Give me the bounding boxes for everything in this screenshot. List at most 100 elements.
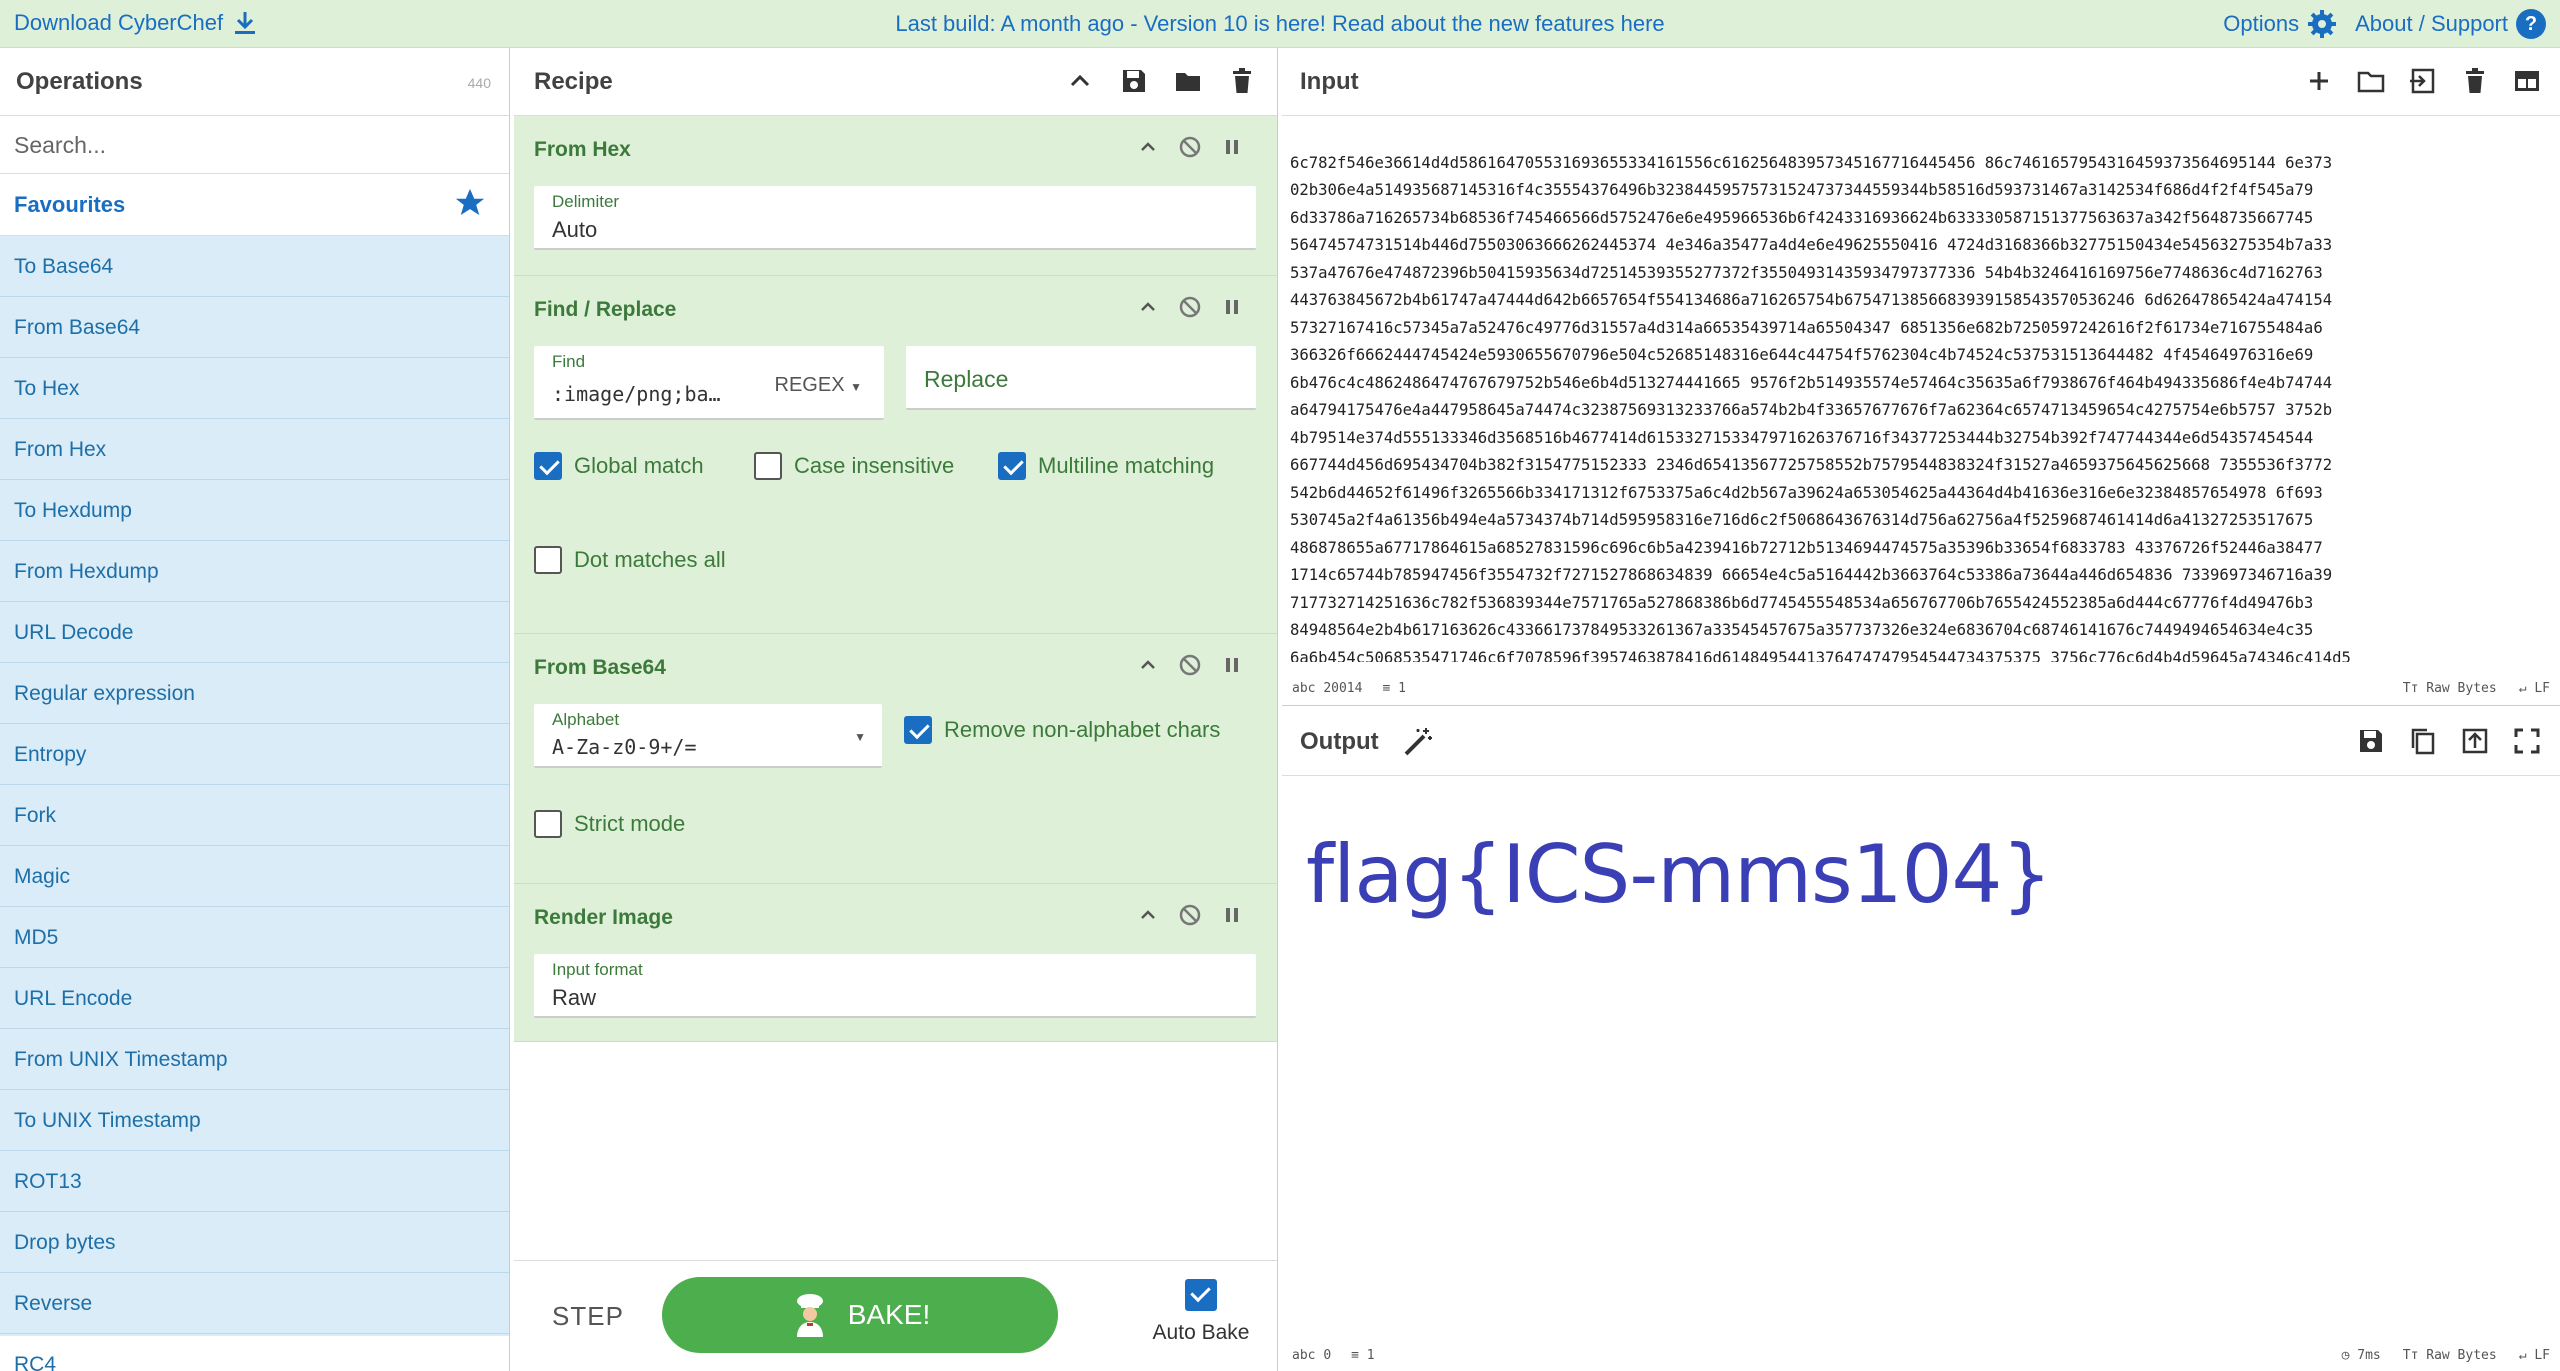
alphabet-select[interactable]: Alphabet A-Za-z0-9+/= ▼ [534, 704, 882, 768]
input-line: 6a6b454c5068535471746c6f7078596f39574638… [1290, 648, 2351, 663]
operation-item[interactable]: From UNIX Timestamp [0, 1029, 509, 1090]
chevron-up-icon[interactable] [1065, 66, 1095, 96]
operation-item[interactable]: From Hexdump [0, 541, 509, 602]
trash-icon[interactable] [2460, 66, 2490, 96]
global-match-checkbox[interactable]: Global match [534, 452, 704, 480]
input-textarea[interactable]: 6c782f546e36614d4d5861647055316936553341… [1290, 122, 2552, 663]
chevron-up-icon[interactable] [1137, 136, 1159, 158]
about-support-button[interactable]: About / Support ? [2355, 9, 2546, 39]
output-title: Output [1300, 728, 1379, 755]
disable-icon[interactable] [1179, 904, 1201, 926]
input-line: 486878655a67717864615a68527831596c696c6b… [1290, 538, 2323, 557]
disable-icon[interactable] [1179, 654, 1201, 676]
operation-item[interactable]: Drop bytes [0, 1212, 509, 1273]
multiline-checkbox[interactable]: Multiline matching [998, 452, 1214, 480]
operation-item[interactable]: To UNIX Timestamp [0, 1090, 509, 1151]
regex-dropdown[interactable]: REGEX ▼ [775, 374, 862, 397]
step-title: From Base64 [534, 656, 666, 679]
operation-item[interactable]: To Hexdump [0, 480, 509, 541]
copy-icon[interactable] [2408, 726, 2438, 756]
input-line: 84948564e2b4b617163626c43366173784953326… [1290, 621, 2314, 639]
version-notice-link[interactable]: Last build: A month ago - Version 10 is … [895, 11, 1664, 36]
trash-icon[interactable] [1227, 66, 1257, 96]
maximize-icon[interactable] [2512, 726, 2542, 756]
delimiter-field[interactable]: Delimiter Auto [534, 186, 1256, 250]
download-cyberchef-link[interactable]: Download CyberChef [14, 10, 257, 36]
operation-item[interactable]: From Base64 [0, 297, 509, 358]
multiline-label: Multiline matching [1038, 453, 1215, 478]
alphabet-value: A-Za-z0-9+/= [552, 735, 697, 759]
download-label: Download CyberChef [14, 10, 224, 35]
operation-item[interactable]: MD5 [0, 907, 509, 968]
input-line: 6c782f546e36614d4d5861647055316936553341… [1290, 153, 2333, 172]
add-tab-icon[interactable] [2304, 66, 2334, 96]
strict-mode-checkbox[interactable]: Strict mode [534, 810, 685, 838]
input-line: a64794175476e4a447958645a74474c323875693… [1290, 401, 2333, 419]
output-font-toggle[interactable]: Tт Raw Bytes [2403, 1348, 2497, 1363]
options-button[interactable]: Options [2223, 9, 2337, 39]
replace-field[interactable]: Replace [906, 346, 1256, 410]
checkbox-checked[interactable] [1185, 1279, 1217, 1311]
checkbox-checked[interactable] [534, 452, 562, 480]
input-format-label: Input format [552, 960, 643, 979]
auto-bake-checkbox[interactable]: Auto Bake [1146, 1279, 1256, 1345]
star-icon[interactable] [453, 186, 487, 220]
chevron-up-icon[interactable] [1137, 654, 1159, 676]
save-icon[interactable] [2356, 726, 2386, 756]
dot-matches-all-checkbox[interactable]: Dot matches all [534, 546, 726, 574]
pause-icon[interactable] [1221, 136, 1243, 158]
disable-icon[interactable] [1179, 136, 1201, 158]
operations-search-input[interactable] [14, 126, 494, 164]
input-line: 366326f6662444745424e5930655670796e504c5… [1290, 346, 2314, 364]
operation-item[interactable]: Regular expression [0, 663, 509, 724]
strict-mode-label: Strict mode [574, 811, 686, 836]
output-eol-toggle[interactable]: ↵ LF [2519, 1348, 2550, 1363]
checkbox-checked[interactable] [904, 716, 932, 744]
operation-item[interactable]: URL Encode [0, 968, 509, 1029]
pause-icon[interactable] [1221, 654, 1243, 676]
find-value: :image/png;ba… [552, 382, 721, 406]
open-folder-icon[interactable] [2356, 66, 2386, 96]
operation-item[interactable]: Magic [0, 846, 509, 907]
operation-item[interactable]: ROT13 [0, 1151, 509, 1212]
open-file-icon[interactable] [2408, 66, 2438, 96]
pause-icon[interactable] [1221, 296, 1243, 318]
pause-icon[interactable] [1221, 904, 1243, 926]
top-banner: Download CyberChef Last build: A month a… [0, 0, 2560, 48]
chevron-up-icon[interactable] [1137, 904, 1159, 926]
input-pane: Input 6c782f546e36614d4d5861647055316936… [1282, 48, 2560, 706]
case-insensitive-checkbox[interactable]: Case insensitive [754, 452, 954, 480]
save-icon[interactable] [1119, 66, 1149, 96]
operation-item[interactable]: Entropy [0, 724, 509, 785]
layout-icon[interactable] [2512, 66, 2542, 96]
bake-label: BAKE! [847, 1299, 931, 1330]
operation-item[interactable]: To Base64 [0, 236, 509, 297]
input-format-field[interactable]: Input format Raw [534, 954, 1256, 1018]
input-eol-toggle[interactable]: ↵ LF [2519, 681, 2550, 696]
operation-item[interactable]: URL Decode [0, 602, 509, 663]
remove-non-alphabet-checkbox[interactable]: Remove non-alphabet chars [904, 716, 1220, 744]
folder-icon[interactable] [1173, 66, 1203, 96]
input-line: 02b306e4a514935687145316f4c35554376496b3… [1290, 181, 2314, 199]
checkbox-unchecked[interactable] [534, 810, 562, 838]
step-button[interactable]: STEP [552, 1301, 624, 1332]
operation-item[interactable]: From Hex [0, 419, 509, 480]
checkbox-unchecked[interactable] [754, 452, 782, 480]
step-from-hex: From Hex Delimiter Auto [514, 116, 1277, 276]
magic-wand-icon[interactable] [1402, 726, 1434, 758]
operation-item[interactable]: Fork [0, 785, 509, 846]
replace-input-icon[interactable] [2460, 726, 2490, 756]
disable-icon[interactable] [1179, 296, 1201, 318]
operation-item[interactable]: To Hex [0, 358, 509, 419]
find-field[interactable]: Find :image/png;ba… REGEX ▼ [534, 346, 884, 420]
checkbox-checked[interactable] [998, 452, 1026, 480]
chevron-up-icon[interactable] [1137, 296, 1159, 318]
operation-item[interactable]: Reverse [0, 1273, 509, 1334]
rendered-flag-image: flag{ICS-mms104} [1306, 828, 2052, 921]
favourites-category[interactable]: Favourites [0, 174, 509, 236]
checkbox-unchecked[interactable] [534, 546, 562, 574]
operation-item[interactable]: RC4 [0, 1334, 509, 1371]
input-font-toggle[interactable]: Tт Raw Bytes [2403, 681, 2497, 696]
bake-button[interactable]: BAKE! [662, 1277, 1058, 1353]
step-find-replace: Find / Replace Find :image/png;ba… REGEX… [514, 276, 1277, 634]
